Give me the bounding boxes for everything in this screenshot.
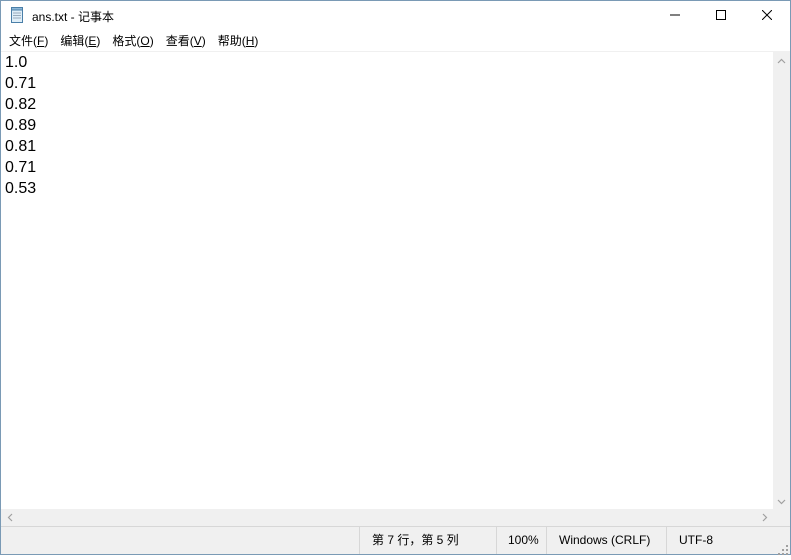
menu-view-accesskey: V	[193, 34, 202, 48]
scroll-up-button[interactable]	[773, 51, 790, 68]
vertical-scrollbar[interactable]	[773, 51, 790, 509]
menu-bar: 文件(F) 编辑(E) 格式(O) 查看(V) 帮助(H)	[1, 30, 790, 51]
menu-edit-paren: )	[96, 34, 101, 48]
menu-view-label: 查看(	[165, 34, 194, 48]
menu-file-paren: )	[44, 34, 49, 48]
resize-grip-icon[interactable]	[778, 542, 788, 555]
menu-view[interactable]: 查看(V)	[160, 30, 212, 51]
close-icon	[761, 7, 773, 25]
text-line[interactable]: 0.71	[1, 73, 773, 94]
close-button[interactable]	[744, 1, 790, 30]
text-line[interactable]: 0.81	[1, 136, 773, 157]
menu-help[interactable]: 帮助(H)	[212, 30, 265, 51]
menu-edit[interactable]: 编辑(E)	[54, 30, 106, 51]
editor-lines: 1.0 0.71 0.82 0.89 0.81 0.71 0.53	[1, 52, 773, 199]
menu-file[interactable]: 文件(F)	[3, 30, 54, 51]
text-line[interactable]: 1.0	[1, 52, 773, 73]
menu-help-label: 帮助(	[217, 34, 246, 48]
chevron-right-icon	[762, 509, 768, 527]
menu-help-paren: )	[254, 34, 259, 48]
minimize-icon	[670, 7, 680, 25]
menu-format[interactable]: 格式(O)	[106, 30, 159, 51]
status-cursor-position: 第 7 行，第 5 列	[359, 527, 496, 554]
menu-file-label: 文件(	[9, 34, 37, 48]
menu-format-paren: )	[149, 34, 154, 48]
notepad-icon	[11, 7, 23, 23]
text-line[interactable]: 0.71	[1, 157, 773, 178]
scrollbar-corner	[773, 509, 790, 526]
status-line-ending: Windows (CRLF)	[546, 527, 666, 554]
title-bar[interactable]: ans.txt - 记事本	[1, 1, 790, 30]
maximize-button[interactable]	[698, 1, 744, 30]
text-line[interactable]: 0.82	[1, 94, 773, 115]
chevron-down-icon	[777, 492, 786, 510]
menu-format-accesskey: O	[140, 34, 150, 48]
text-line[interactable]: 0.53	[1, 178, 773, 199]
minimize-button[interactable]	[652, 1, 698, 30]
scroll-down-button[interactable]	[773, 492, 790, 509]
notepad-window: ans.txt - 记事本 文件(F) 编辑(E) 格式(O) 查看(V) 帮助…	[0, 0, 791, 555]
chevron-left-icon	[7, 509, 13, 527]
scroll-left-button[interactable]	[1, 509, 18, 526]
scroll-right-button[interactable]	[756, 509, 773, 526]
maximize-icon	[716, 7, 726, 25]
status-encoding: UTF-8	[666, 527, 790, 554]
menu-view-paren: )	[201, 34, 206, 48]
menu-format-label: 格式(	[112, 34, 141, 48]
text-line[interactable]: 0.89	[1, 115, 773, 136]
chevron-up-icon	[777, 51, 786, 69]
text-editor[interactable]: 1.0 0.71 0.82 0.89 0.81 0.71 0.53	[1, 51, 773, 509]
status-bar: 第 7 行，第 5 列 100% Windows (CRLF) UTF-8	[1, 526, 790, 555]
status-zoom: 100%	[496, 527, 546, 554]
window-title: ans.txt - 记事本	[32, 10, 115, 24]
horizontal-scrollbar[interactable]	[1, 509, 773, 526]
menu-edit-label: 编辑(	[60, 34, 89, 48]
